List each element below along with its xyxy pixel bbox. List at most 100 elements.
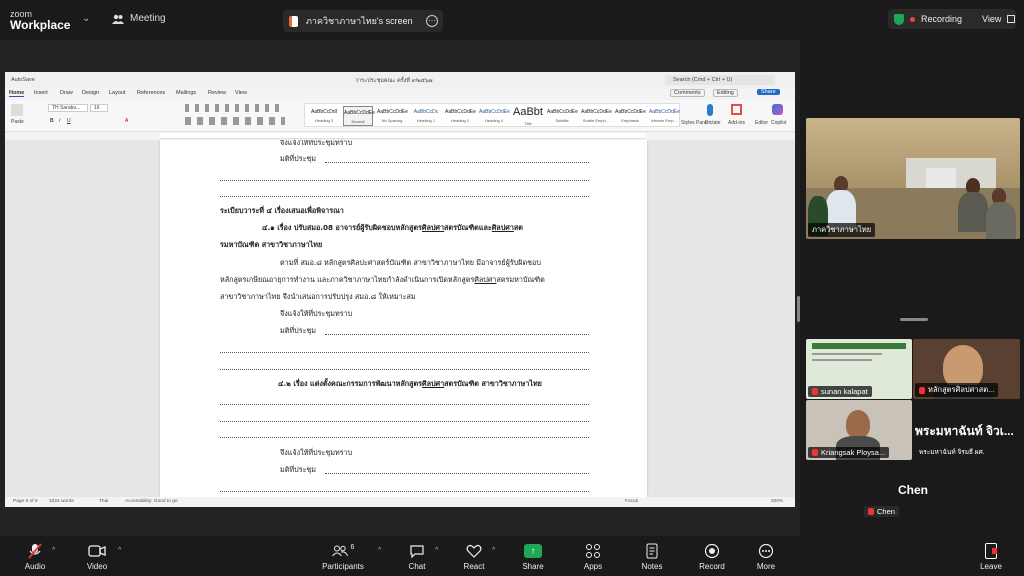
style-heading-4[interactable]: AaBbCcDdEe Heading 4 (479, 106, 510, 126)
mic-off-icon (919, 386, 925, 394)
editing-button[interactable]: Editing (713, 89, 738, 97)
editor-button[interactable]: Editor (755, 120, 768, 126)
participant-name: หลักสูตรศิลปศาสต... (928, 385, 995, 394)
tab-insert[interactable]: Insert (34, 90, 48, 96)
style-heading-3[interactable]: AaBbCcDdI Heading 3 (309, 106, 339, 126)
notes-button[interactable]: Notes (622, 542, 682, 571)
record-button[interactable]: Record (682, 542, 742, 571)
apps-button[interactable]: Apps (563, 542, 623, 571)
gallery-resize-handle[interactable] (900, 318, 928, 321)
grid-view-icon[interactable] (1007, 15, 1016, 23)
react-caret-icon[interactable]: ^ (492, 547, 495, 554)
style-sample: AaBbt (513, 106, 543, 118)
tab-mailings[interactable]: Mailings (176, 90, 196, 96)
italic-icon[interactable]: I (59, 118, 60, 124)
style-no-spacing[interactable]: AaBbCcDdEe No Spacing (377, 106, 408, 126)
tab-view[interactable]: View (235, 90, 247, 96)
dictate-button[interactable]: Dictate (705, 120, 721, 126)
style-sample: AaBbCcDc (413, 109, 439, 115)
video-tile-kriangsak[interactable]: Kriangsak Ploysa... (806, 400, 912, 460)
word-count[interactable]: 1024 words (49, 499, 74, 504)
doc-line: มติที่ประชุม (280, 465, 317, 474)
copilot-button[interactable]: Copilot (771, 120, 787, 126)
share-screen-button[interactable]: ↑ Share (503, 542, 563, 571)
tab-draw[interactable]: Draw (60, 90, 73, 96)
style-emphasis[interactable]: AaBbCcDdEe Emphasis (615, 106, 646, 126)
comments-button[interactable]: Comments (670, 89, 705, 97)
text-run: สตรบัณฑิต สาขาวิชาภาษาไทย (444, 379, 542, 388)
style-title[interactable]: AaBbt Title (513, 106, 543, 126)
ruler[interactable] (160, 133, 645, 139)
share-title-pill[interactable]: ภาควิชาภาษาไทย's screen ··· (283, 10, 443, 32)
leave-label: Leave (980, 562, 1002, 571)
font-size-select[interactable]: 16 (90, 104, 108, 112)
meeting-button[interactable]: Meeting (112, 13, 166, 24)
document-canvas[interactable]: จึงแจ้งให้ที่ประชุมทราบ มติที่ประชุม ระเ… (5, 140, 795, 497)
video-tile-phramaha[interactable]: พระมหาฉันท์ จิวเ... พระมหาฉันท์ จิรมธี ผ… (913, 400, 1020, 460)
add-ins-button[interactable]: Add-ins (728, 120, 745, 126)
chevron-down-icon[interactable]: ⌄ (82, 13, 90, 24)
audio-button[interactable]: Audio (5, 542, 65, 571)
style-sample: AaBbCcDdEe (615, 109, 646, 115)
font-color-icon[interactable]: A (125, 118, 128, 124)
video-tile-sunan[interactable]: sunan kalapat (806, 339, 912, 399)
style-intense-emphasis[interactable]: AaBbCcDdEe Intense Emp... (649, 106, 680, 126)
dotted-line (325, 162, 589, 163)
dotted-line (220, 491, 589, 492)
dotted-line (220, 196, 589, 197)
doc-line: มติที่ประชุม (280, 326, 317, 335)
autosave-toggle[interactable]: AutoSave (11, 77, 35, 83)
style-normal[interactable]: AaBbCcDdEe Normal (343, 106, 375, 126)
language-indicator[interactable]: Thai (99, 499, 108, 504)
style-heading-1[interactable]: AaBbCcDc Heading 1 (411, 106, 441, 126)
video-tile-chen[interactable]: Chen Chen (806, 461, 1020, 521)
chat-caret-icon[interactable]: ^ (435, 547, 438, 554)
participants-caret-icon[interactable]: ^ (378, 547, 381, 554)
alignment-icons[interactable] (185, 117, 285, 125)
focus-button[interactable]: Focus (625, 499, 638, 504)
doc-line: จึงแจ้งให้ที่ประชุมทราบ (280, 309, 353, 318)
style-sample: AaBbCcDdEe (581, 109, 612, 115)
style-subtle-emphasis[interactable]: AaBbCcDdEe Subtle Emph... (581, 106, 612, 126)
styles-pane-button[interactable]: Styles Pane (681, 120, 708, 126)
video-caret-icon[interactable]: ^ (118, 547, 121, 554)
recording-dot-icon (910, 16, 915, 22)
document-name[interactable]: วาระประชุมคณะ ครั้งที่ ๙/๒๕๖๗ (355, 77, 433, 85)
slide-text (812, 359, 872, 361)
font-select[interactable]: TH Sarabu... (48, 104, 88, 112)
style-heading-2[interactable]: AaBbCcDdEe Heading 2 (445, 106, 476, 126)
participants-label: Participants (322, 562, 364, 571)
page-indicator[interactable]: Page 8 of 9 (13, 499, 38, 504)
video-tile-program[interactable]: หลักสูตรศิลปศาสต... (913, 339, 1020, 399)
leave-button[interactable]: Leave (961, 542, 1021, 571)
tab-layout[interactable]: Layout (109, 90, 126, 96)
paste-icon[interactable] (11, 104, 23, 116)
agenda-item-4-2: ๔.๒ เรื่อง แต่งตั้งคณะกรรมการพัฒนาหลักสู… (278, 379, 542, 390)
tab-design[interactable]: Design (82, 90, 99, 96)
style-name: Heading 2 (450, 118, 470, 123)
participant-display-name: พระมหาฉันท์ จิวเ... (915, 424, 1014, 438)
word-share-button[interactable]: Share (757, 89, 780, 95)
document-page[interactable]: จึงแจ้งให้ที่ประชุมทราบ มติที่ประชุม ระเ… (160, 140, 647, 497)
video-tile-room[interactable]: ภาควิชาภาษาไทย (806, 118, 1020, 239)
accessibility-status[interactable]: Accessibility: Good to go (125, 499, 178, 504)
tab-references[interactable]: References (137, 90, 165, 96)
audio-caret-icon[interactable]: ^ (52, 547, 55, 554)
underline-icon[interactable]: U (67, 118, 71, 124)
bold-icon[interactable]: B (50, 118, 54, 124)
list-icons[interactable] (185, 104, 285, 112)
participants-button[interactable]: 6 Participants (313, 542, 373, 572)
dotted-line (220, 369, 589, 370)
zoom-level[interactable]: 200% (771, 499, 783, 504)
chat-label: Chat (408, 562, 426, 571)
more-options-icon[interactable]: ··· (426, 15, 438, 27)
recording-pill[interactable]: Recording View (888, 9, 1016, 29)
tab-home[interactable]: Home (9, 90, 25, 97)
zoom-logo[interactable]: zoom Workplace (10, 9, 70, 31)
tab-review[interactable]: Review (208, 90, 226, 96)
more-button[interactable]: More (736, 542, 796, 571)
panel-resize-handle[interactable] (797, 296, 800, 322)
view-button[interactable]: View (982, 14, 1001, 24)
style-subtitle[interactable]: AaBbCcDdEe Subtitle (547, 106, 578, 126)
search-input[interactable]: Search (Cmd + Ctrl + U) (665, 75, 775, 85)
